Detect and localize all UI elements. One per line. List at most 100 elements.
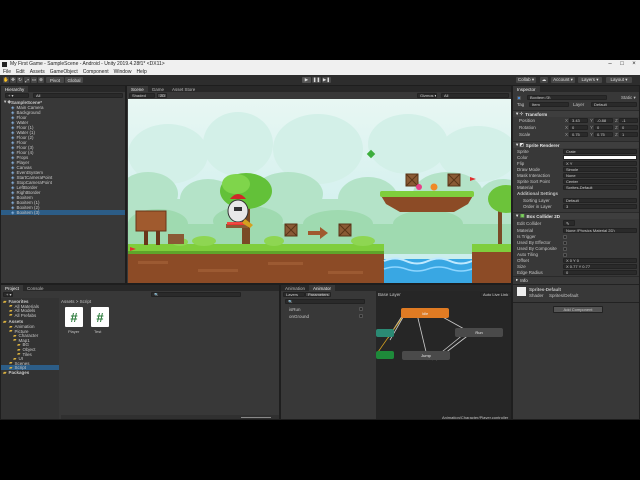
tab-inspector[interactable]: Inspector: [513, 86, 540, 92]
tab-game[interactable]: Game: [148, 86, 168, 92]
collider-checkbox[interactable]: [563, 252, 567, 257]
sprite-row-field[interactable]: Center: [563, 179, 637, 184]
sprite-row-field[interactable]: Simple: [563, 167, 637, 172]
menu-item-window[interactable]: Window: [114, 69, 132, 75]
layers-dropdown[interactable]: Layers ▾: [578, 77, 602, 83]
pause-button[interactable]: ❚❚: [312, 77, 321, 83]
collab-button[interactable]: Collab ▾: [516, 77, 536, 83]
tab-scene[interactable]: Scene: [127, 86, 148, 92]
game-scene-canvas[interactable]: [128, 99, 512, 284]
sprite-renderer-header[interactable]: ▾ ◩ Sprite Renderer: [513, 141, 639, 148]
layout-dropdown[interactable]: Layout ▾: [606, 77, 632, 83]
additional-settings[interactable]: Additional Settings: [517, 191, 558, 196]
auto-live-link-button[interactable]: Auto Live Link: [480, 292, 511, 297]
sorting-layer-dropdown[interactable]: Default: [563, 198, 637, 203]
menu-item-component[interactable]: Component: [83, 69, 109, 75]
rotation-z-field[interactable]: 0: [619, 125, 638, 130]
collider-row-field[interactable]: None (Physics Material 2D): [563, 228, 637, 233]
position-y-field[interactable]: -0.88: [594, 118, 613, 123]
add-component-button[interactable]: Add Component: [553, 306, 603, 313]
hand-tool-icon[interactable]: ✋: [3, 77, 9, 83]
play-button[interactable]: ▶: [302, 77, 311, 83]
move-tool-icon[interactable]: ✥: [10, 77, 16, 83]
static-toggle[interactable]: Static ▾: [621, 95, 636, 101]
tag-dropdown[interactable]: Item: [529, 102, 569, 107]
layer-dropdown[interactable]: Default: [591, 102, 637, 107]
account-dropdown[interactable]: Account ▾: [551, 77, 575, 83]
entry-node[interactable]: [376, 351, 394, 359]
collider-row-field[interactable]: X 0 Y 0: [563, 258, 637, 263]
menu-item-edit[interactable]: Edit: [16, 69, 25, 75]
folder-item[interactable]: ▰ Packages: [1, 370, 59, 376]
jump-state-node[interactable]: Jump: [402, 351, 450, 360]
collider-row-field[interactable]: 0: [563, 270, 637, 275]
collider-row-field[interactable]: X 0.77 Y 0.77: [563, 264, 637, 269]
menu-item-assets[interactable]: Assets: [30, 69, 45, 75]
gizmos-dropdown[interactable]: Gizmos ▾: [417, 93, 437, 98]
sprite-row-field[interactable]: Sprites-Default: [563, 185, 637, 190]
icon-size-slider[interactable]: [241, 417, 271, 418]
collider-checkbox[interactable]: [563, 246, 567, 251]
sprite-row-field[interactable]: X Y: [563, 161, 637, 166]
position-x-field[interactable]: 3.43: [569, 118, 588, 123]
tab-project[interactable]: Project: [1, 285, 24, 291]
collider-checkbox[interactable]: [563, 240, 567, 245]
collider-checkbox[interactable]: [563, 234, 567, 239]
rect-tool-icon[interactable]: ▭: [31, 77, 37, 83]
2d-toggle[interactable]: 2D: [157, 93, 167, 98]
close-icon[interactable]: ×: [628, 60, 640, 68]
sprite-row-field[interactable]: Crate: [563, 149, 637, 154]
menu-item-gameobject[interactable]: GameObject: [50, 69, 78, 75]
rotation-x-field[interactable]: 0: [569, 125, 588, 130]
layers-tab[interactable]: Layers: [283, 292, 305, 297]
sprite-row-field[interactable]: None: [563, 173, 637, 178]
object-name-field[interactable]: Boxitem (3): [527, 95, 607, 100]
global-toggle[interactable]: Global: [65, 77, 83, 83]
parameter-search-input[interactable]: 🔍: [285, 299, 365, 304]
menu-item-help[interactable]: Help: [136, 69, 146, 75]
any-state-node[interactable]: [376, 329, 394, 337]
scale-z-field[interactable]: 1: [619, 132, 638, 137]
run-state-node[interactable]: Run: [455, 328, 503, 337]
sprite-row-field[interactable]: [563, 155, 637, 160]
csharp-script-icon[interactable]: #: [91, 307, 109, 327]
info-foldout[interactable]: ▸ Info: [513, 276, 639, 283]
cloud-icon[interactable]: ☁: [540, 77, 548, 83]
position-z-field[interactable]: -1: [619, 118, 638, 123]
tab-hierarchy[interactable]: Hierarchy: [1, 86, 29, 92]
gem-item[interactable]: [416, 184, 422, 190]
transform-header[interactable]: ▾ ⊹ Transform: [513, 110, 639, 117]
csharp-script-icon[interactable]: #: [65, 307, 83, 327]
tab-console[interactable]: Console: [23, 285, 48, 291]
pivot-toggle[interactable]: Pivot: [46, 77, 64, 83]
fruit-item[interactable]: [430, 183, 438, 191]
project-search-input[interactable]: 🔍: [151, 292, 241, 297]
hierarchy-search-input[interactable]: All: [33, 93, 123, 98]
tab-asset-store[interactable]: Asset Store: [168, 86, 199, 92]
maximize-icon[interactable]: □: [616, 60, 628, 68]
minimize-icon[interactable]: –: [604, 60, 616, 68]
scale-y-field[interactable]: 0.75: [594, 132, 613, 137]
box-collider-header[interactable]: ▾ ▣ Box Collider 2D: [513, 212, 639, 219]
shading-dropdown[interactable]: Shaded: [129, 93, 155, 98]
hierarchy-item[interactable]: ◈ Boxitem (3): [1, 210, 125, 215]
scale-x-field[interactable]: 0.75: [569, 132, 588, 137]
animator-parameter-checkbox[interactable]: [359, 314, 363, 318]
transform-tool-icon[interactable]: ⊕: [38, 77, 44, 83]
scene-search-input[interactable]: All: [441, 93, 509, 98]
folder-item[interactable]: ▰ All Prefabs: [1, 312, 59, 318]
step-button[interactable]: ▶❚: [322, 77, 331, 83]
order-in-layer-field[interactable]: 3: [563, 204, 637, 209]
menu-item-file[interactable]: File: [3, 69, 11, 75]
rotation-y-field[interactable]: 0: [594, 125, 613, 130]
project-create-button[interactable]: + ▾: [3, 292, 13, 297]
animator-graph[interactable]: Base Layer Auto Live Link Idle Run Jump …: [376, 291, 511, 419]
rotate-tool-icon[interactable]: ↻: [17, 77, 23, 83]
create-dropdown[interactable]: + ▾: [5, 93, 29, 98]
animator-parameter-checkbox[interactable]: [359, 307, 363, 311]
parameters-tab[interactable]: Parameters: [305, 292, 331, 297]
edit-collider-button[interactable]: ✎: [563, 220, 575, 226]
entry-state-node[interactable]: Idle: [401, 308, 449, 318]
active-checkbox[interactable]: [517, 96, 521, 100]
scale-tool-icon[interactable]: ⤢: [24, 77, 30, 83]
